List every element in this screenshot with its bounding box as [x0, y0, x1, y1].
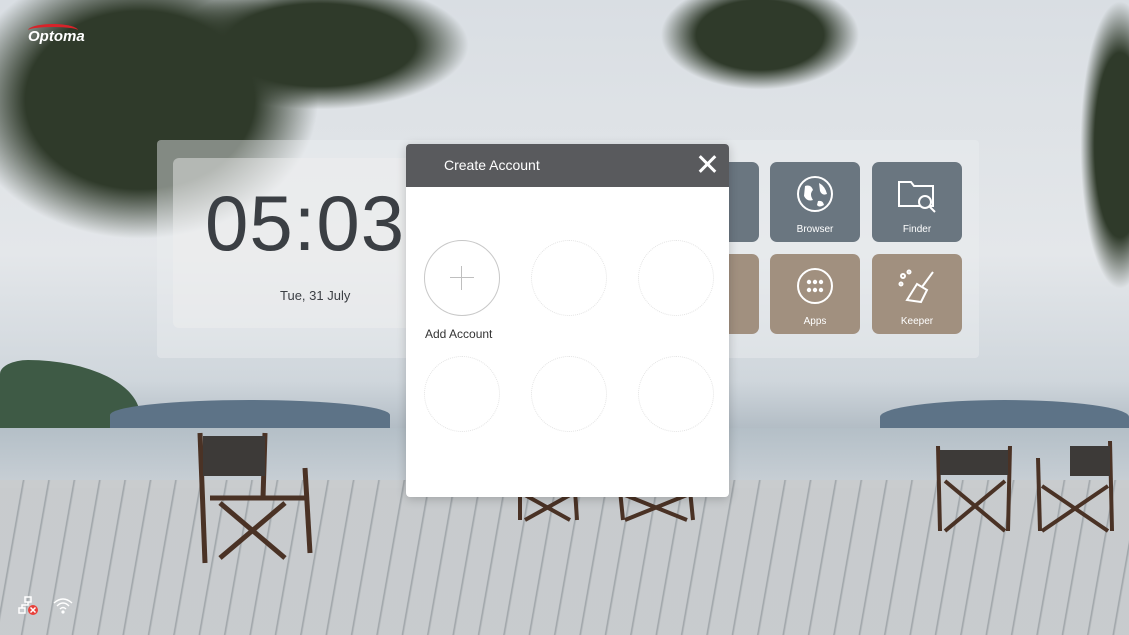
clock-date: Tue, 31 July — [280, 288, 351, 303]
clock-time: 05:03 — [205, 179, 406, 267]
wifi-icon[interactable] — [52, 595, 74, 617]
account-slot-empty — [638, 240, 714, 316]
account-slot-empty — [531, 356, 607, 432]
account-slot-empty — [638, 356, 714, 432]
dialog-title: Create Account — [444, 157, 540, 173]
tile-keeper[interactable]: Keeper — [872, 254, 962, 334]
tile-finder[interactable]: Finder — [872, 162, 962, 242]
add-account-button[interactable] — [424, 240, 500, 316]
background-hill — [110, 400, 390, 430]
background-chair — [197, 432, 313, 564]
tile-label: Apps — [803, 316, 827, 327]
account-slot-empty — [424, 356, 500, 432]
close-icon[interactable] — [695, 152, 719, 176]
tile-browser[interactable]: Browser — [770, 162, 860, 242]
create-account-dialog: Create Account Add Account — [406, 144, 729, 497]
apps-grid-icon — [797, 268, 833, 304]
folder-search-icon — [898, 181, 936, 213]
tile-label: Browser — [796, 224, 834, 235]
tile-apps[interactable]: Apps — [770, 254, 860, 334]
add-account-label[interactable]: Add Account — [425, 327, 492, 341]
tile-label: Finder — [902, 224, 932, 235]
background-tree — [1080, 0, 1129, 290]
background-tree — [170, 0, 470, 110]
network-disconnected-icon[interactable] — [18, 595, 40, 617]
dialog-header: Create Account — [406, 144, 729, 187]
home-screen: Optoma 05:03 Tue, 31 July are Browser Fi… — [0, 0, 1129, 635]
account-slot-empty — [531, 240, 607, 316]
tile-label: Keeper — [900, 316, 934, 327]
optoma-logo: Optoma — [28, 28, 85, 45]
background-tree — [660, 0, 860, 90]
background-chair — [936, 440, 1114, 533]
globe-icon — [797, 176, 833, 212]
broom-icon — [898, 269, 934, 304]
